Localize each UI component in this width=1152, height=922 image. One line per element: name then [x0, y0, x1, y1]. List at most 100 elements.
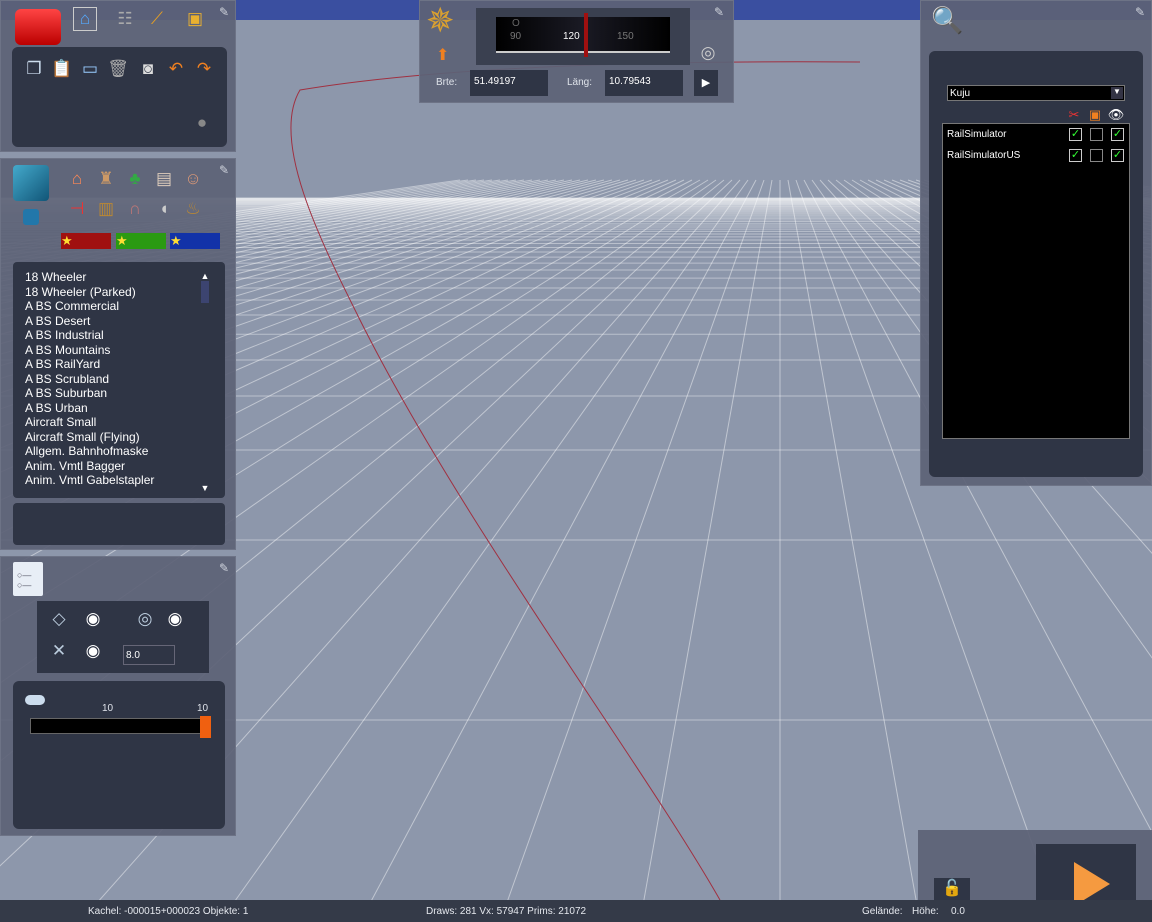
- list-item[interactable]: 18 Wheeler (Parked): [25, 285, 197, 300]
- pin-icon[interactable]: ✎: [714, 5, 724, 19]
- object-list[interactable]: 18 Wheeler 18 Wheeler (Parked) A BS Commer…: [13, 263, 197, 493]
- slider-track[interactable]: [30, 716, 211, 738]
- scroll-thumb[interactable]: [201, 281, 209, 303]
- list-item[interactable]: Aircraft Small (Flying): [25, 430, 197, 445]
- layers-panel: 🔍 ✎ Kuju ▼ ✂ ▣ 👁 RailSimulator ✓ ✓ RailSimu…: [920, 0, 1152, 486]
- latitude-label: Brte:: [436, 77, 458, 88]
- list-item[interactable]: A BS Scrubland: [25, 372, 197, 387]
- house-icon[interactable]: ⌂: [65, 167, 89, 191]
- tool-area: ❐ 📋 ▭ 🗑 ◙ ↶ ↷ ●: [12, 47, 227, 147]
- value-input[interactable]: 8.0: [123, 645, 175, 665]
- radio-mesh[interactable]: ◉: [81, 639, 105, 663]
- radio-flat[interactable]: ◉: [81, 607, 105, 631]
- heading-needle: [584, 13, 588, 57]
- track-icon[interactable]: ☷: [113, 7, 137, 31]
- list-item[interactable]: A BS Suburban: [25, 386, 197, 401]
- copy-icon[interactable]: ❐: [22, 57, 46, 81]
- properties-doc-icon: ○— ○—: [13, 562, 43, 596]
- signal-icon[interactable]: ⊣: [65, 197, 89, 221]
- list-item[interactable]: A BS Mountains: [25, 343, 197, 358]
- bridge-icon[interactable]: ▤: [152, 167, 176, 191]
- radio-sphere[interactable]: ◉: [163, 607, 187, 631]
- list-item[interactable]: A BS Industrial: [25, 328, 197, 343]
- heading-gauge: O 90 120 150: [496, 13, 670, 57]
- paste-icon[interactable]: 📋: [50, 57, 74, 81]
- spotlight-icon[interactable]: ●: [190, 111, 214, 135]
- latitude-field[interactable]: 51.49197: [470, 70, 548, 96]
- favorite-green[interactable]: ★: [116, 233, 166, 249]
- monitor-icon[interactable]: ▭: [78, 57, 102, 81]
- status-bar: Kachel: -000015+000023 Objekte: 1 Draws:…: [0, 900, 1152, 922]
- undo-icon[interactable]: ↶: [164, 57, 188, 81]
- cube-icon[interactable]: [13, 165, 49, 201]
- slider-thumb[interactable]: [200, 716, 211, 738]
- home-icon[interactable]: ⌂: [73, 7, 97, 31]
- target-icon[interactable]: ◎: [696, 41, 720, 65]
- list-item[interactable]: Allgem. Bahnhofmaske: [25, 444, 197, 459]
- map-icon[interactable]: ⬆: [436, 45, 449, 65]
- favorite-red[interactable]: ★: [61, 233, 111, 249]
- layer-checkbox[interactable]: ✓: [1111, 149, 1124, 162]
- height-label: Höhe:: [912, 906, 939, 917]
- scrollbar[interactable]: ▲ ▼: [199, 271, 211, 493]
- factory-icon[interactable]: ♜: [94, 167, 118, 191]
- list-item[interactable]: A BS Commercial: [25, 299, 197, 314]
- chevron-down-icon: ▼: [1111, 87, 1123, 99]
- slider-max-label: 10: [197, 703, 209, 714]
- favorite-blue[interactable]: ★: [170, 233, 220, 249]
- layer-checkbox[interactable]: ✓: [1069, 149, 1082, 162]
- list-item[interactable]: A BS Desert: [25, 314, 197, 329]
- search-icon[interactable]: 🔍: [931, 5, 963, 36]
- height-value: 0.0: [951, 906, 965, 917]
- list-item[interactable]: Anim. Vmtl Bagger: [25, 459, 197, 474]
- tick-label: 150: [617, 31, 634, 42]
- redo-icon[interactable]: ↷: [192, 57, 216, 81]
- list-item[interactable]: 18 Wheeler: [25, 270, 197, 285]
- toolbox-icon[interactable]: [15, 9, 61, 45]
- flat-plane-icon: ◇: [52, 609, 66, 628]
- list-item[interactable]: A BS RailYard: [25, 357, 197, 372]
- pin-icon[interactable]: ✎: [1135, 5, 1145, 19]
- small-cube-icon[interactable]: [23, 209, 39, 225]
- bench-icon[interactable]: ▥: [94, 197, 118, 221]
- render-stats: Draws: 281 Vx: 57947 Prims: 21072: [426, 906, 587, 917]
- layer-row: RailSimulator ✓ ✓: [943, 124, 1129, 145]
- brush-icon[interactable]: ⟋: [145, 7, 169, 31]
- heading-gauge-frame: O 90 120 150: [476, 8, 690, 65]
- properties-panel: ○— ○— ✎ ◇ ◉ ◎ ◉ ✕ ◉ 8.0 10 10: [0, 556, 236, 836]
- pin-icon[interactable]: ✎: [219, 561, 229, 575]
- toolbox-panel: ⌂ ☷ ⟋ ▣ ✎ ❐ 📋 ▭ 🗑 ◙ ↶ ↷ ●: [0, 0, 236, 152]
- list-item[interactable]: A BS Urban: [25, 401, 197, 416]
- train-icon[interactable]: ▣: [183, 7, 207, 31]
- pin-icon[interactable]: ✎: [219, 163, 229, 177]
- list-item[interactable]: Anim. Vmtl Gabelstapler: [25, 473, 197, 488]
- tick-label: 90: [510, 31, 522, 42]
- pin-icon[interactable]: ✎: [219, 5, 229, 19]
- longitude-field[interactable]: 10.79543: [605, 70, 683, 96]
- trash-icon[interactable]: 🗑: [106, 57, 130, 81]
- measure-icon[interactable]: ◙: [136, 57, 160, 81]
- provider-value: Kuju: [950, 88, 971, 99]
- sack-icon[interactable]: ♨: [181, 197, 205, 221]
- sphere-icon: ◎: [137, 609, 153, 628]
- arch-icon[interactable]: ∩: [123, 197, 147, 221]
- list-item[interactable]: Aircraft Small: [25, 415, 197, 430]
- tile-status: Kachel: -000015+000023 Objekte: 1: [88, 906, 249, 917]
- speaker-icon[interactable]: ◖: [152, 197, 176, 221]
- slider-min-label: 10: [102, 703, 114, 714]
- compass-rose-icon[interactable]: ✵: [426, 3, 455, 39]
- layer-checkbox[interactable]: ✓: [1111, 128, 1124, 141]
- layer-checkbox[interactable]: [1090, 128, 1103, 141]
- layer-row: RailSimulatorUS ✓ ✓: [943, 145, 1129, 166]
- toggle-icon[interactable]: [25, 695, 45, 705]
- layer-checkbox[interactable]: [1090, 149, 1103, 162]
- layer-name: RailSimulator: [947, 129, 1007, 140]
- provider-dropdown[interactable]: Kuju ▼: [947, 85, 1125, 101]
- mesh-icon: ✕: [51, 641, 67, 660]
- terrain-options: ◇ ◉ ◎ ◉ ✕ ◉ 8.0: [37, 601, 209, 673]
- go-button[interactable]: ▶: [694, 70, 718, 96]
- layer-checkbox[interactable]: ✓: [1069, 128, 1082, 141]
- layers-area: Kuju ▼ ✂ ▣ 👁 RailSimulator ✓ ✓ RailSimulato…: [929, 51, 1143, 477]
- tree-icon[interactable]: ♣: [123, 167, 147, 191]
- person-icon[interactable]: ☺: [181, 167, 205, 191]
